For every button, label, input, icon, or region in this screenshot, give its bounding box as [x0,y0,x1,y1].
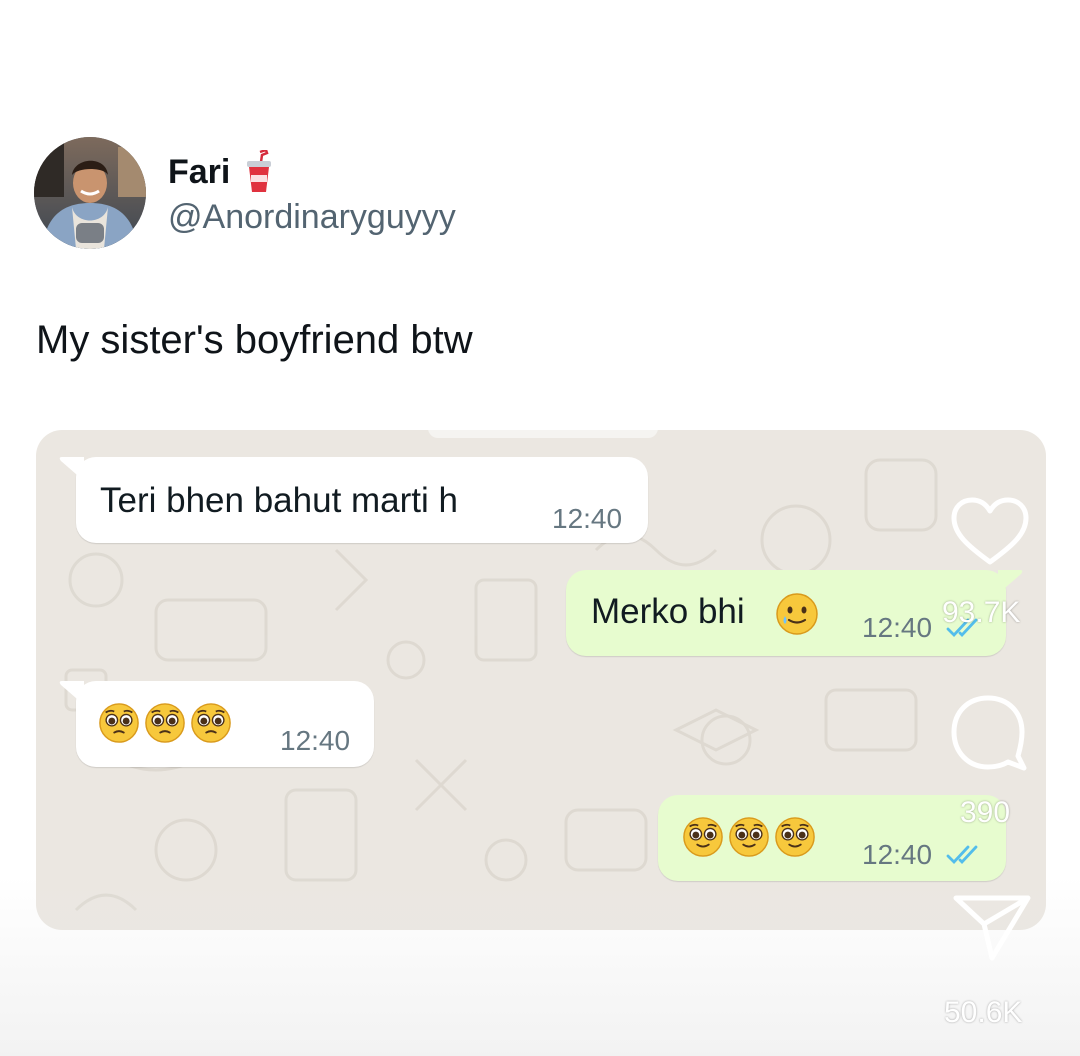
bubble-tail [998,570,1023,594]
author-handle[interactable]: @Anordinaryguyyy [168,198,456,237]
tweet-text: My sister's boyfriend btw [36,318,473,362]
message-time: 12:40 [862,839,933,870]
comment-icon[interactable] [946,690,1030,774]
emoji-row [98,702,232,744]
bubble-tail [59,681,84,705]
bubble-tail [59,457,84,481]
author-name[interactable]: Fari [168,148,274,194]
previous-message-peek [428,430,658,438]
author-name-text: Fari [168,152,231,191]
message-time: 12:40 [280,725,351,756]
reel-post: Fari @Anordinaryguyyy My sister's boyfri… [0,0,1080,1056]
message-time: 12:40 [862,612,933,643]
pleading-face-icon [729,817,769,857]
message-bubble-outgoing[interactable]: 12:40 [658,795,1006,881]
pleading-face-icon [775,817,815,857]
chat-screenshot: Teri bhen bahut marti h 12:40 Merko bhi … [36,430,1046,930]
pleading-face-icon [683,817,723,857]
cup-with-straw-icon [244,148,274,194]
read-receipt-icon [946,845,978,865]
comment-count: 390 [960,796,1011,829]
like-count: 93.7K [942,596,1021,629]
pleading-face-icon [145,703,185,743]
message-bubble-outgoing[interactable]: Merko bhi 12:40 [566,570,1023,656]
message-bubble-incoming[interactable]: 12:40 [59,681,374,767]
message-time: 12:40 [552,503,623,534]
message-text: Merko bhi [591,592,745,631]
pleading-face-icon [99,703,139,743]
smiling-face-with-tear-icon [776,593,818,635]
send-icon[interactable] [950,890,1034,964]
pleading-face-icon [191,703,231,743]
avatar[interactable] [34,137,146,249]
share-count: 50.6K [944,996,1023,1029]
heart-icon[interactable] [948,494,1032,568]
message-text: Teri bhen bahut marti h [100,481,458,520]
message-bubble-incoming[interactable]: Teri bhen bahut marti h 12:40 [59,457,648,543]
emoji-row [682,816,816,858]
